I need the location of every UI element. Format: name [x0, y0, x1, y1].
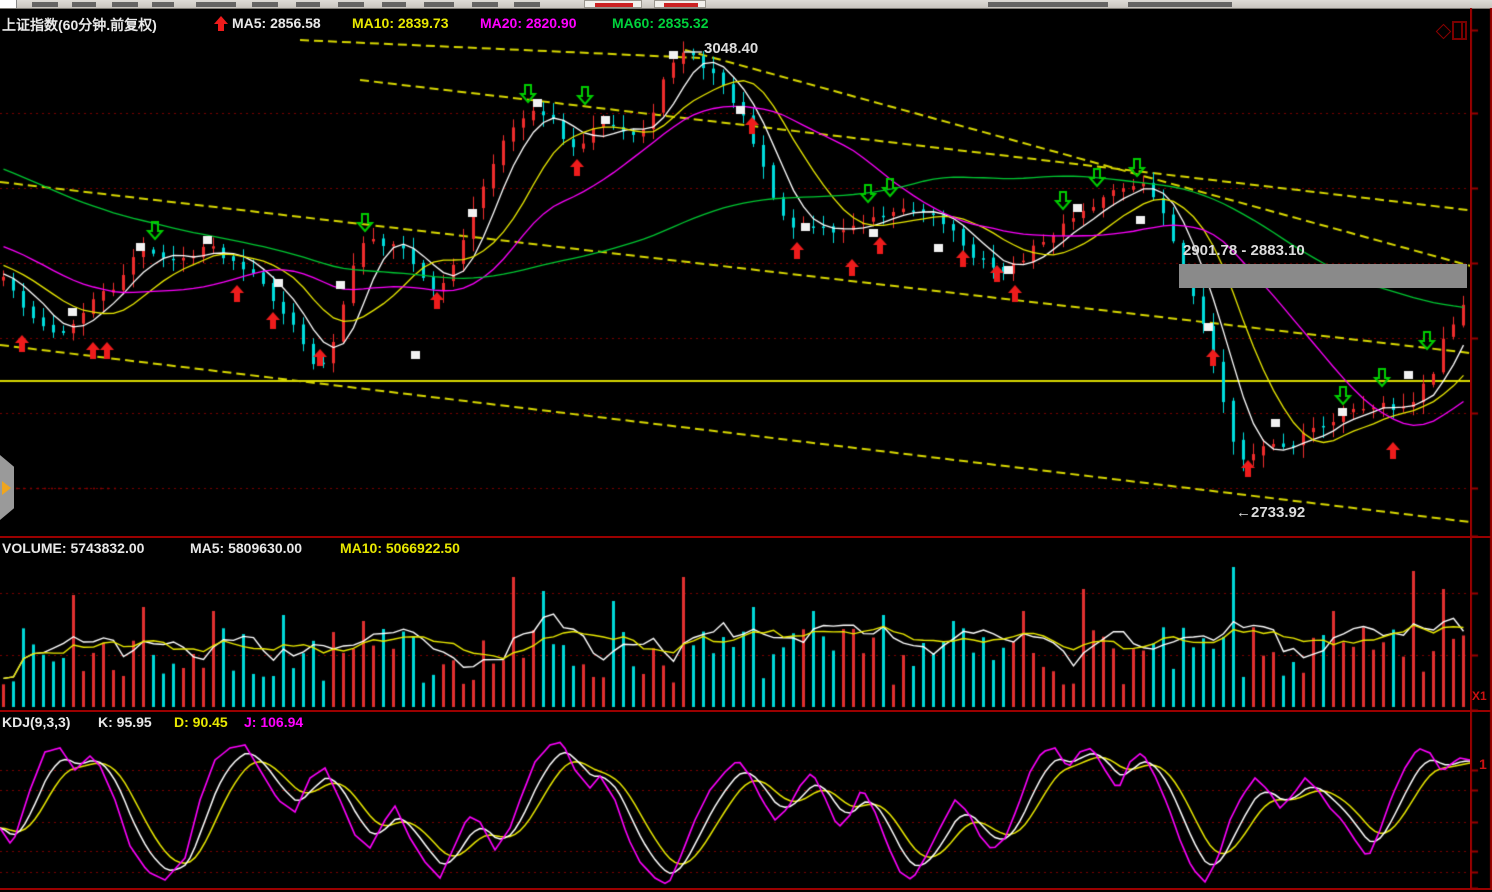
menu-item[interactable]: [296, 2, 320, 7]
peak-price-annotation: 3048.40: [704, 40, 758, 57]
gap-range-annotation: 2901.78 - 2883.10: [1183, 242, 1305, 259]
kdj-title-row: KDJ(9,3,3) K: 95.95 D: 90.45 J: 106.94: [0, 714, 8, 732]
ma20-value: MA20: 2820.90: [480, 15, 577, 31]
bottom-border: [0, 888, 1492, 890]
menu-item[interactable]: [338, 2, 364, 7]
gap-zone-band: [1179, 264, 1467, 288]
menu-item[interactable]: [32, 2, 58, 7]
main-chart-title-row: 上证指数(60分钟.前复权) MA5: 2856.58 MA10: 2839.7…: [0, 15, 8, 33]
volume-chart[interactable]: [0, 538, 1470, 708]
menu-status-text: [988, 2, 1108, 7]
kdj-chart[interactable]: [0, 712, 1470, 888]
menu-item[interactable]: [112, 2, 138, 7]
volume-ma10: MA10: 5066922.50: [340, 540, 460, 556]
low-price-annotation: ←2733.92: [1236, 504, 1305, 521]
menu-item[interactable]: [382, 2, 406, 7]
menu-item[interactable]: [252, 2, 278, 7]
restore-window-icon[interactable]: [1452, 21, 1467, 40]
menu-status-text: [1128, 2, 1232, 7]
up-arrow-icon: [214, 16, 228, 31]
menu-item[interactable]: [424, 2, 454, 7]
menu-item[interactable]: [152, 2, 174, 7]
menu-button-red-1[interactable]: [584, 0, 642, 8]
menu-item[interactable]: [472, 2, 498, 7]
volume-title-row: VOLUME: 5743832.00 MA5: 5809630.00 MA10:…: [0, 540, 8, 558]
symbol-title: 上证指数(60分钟.前复权): [2, 15, 157, 35]
menu-button-red-2[interactable]: [654, 0, 706, 8]
trading-app-window: { "main_chart": { "title": "上证指数(60分钟.前复…: [0, 0, 1492, 892]
kdj-scale-label: 1: [1479, 756, 1487, 772]
app-icon: [0, 0, 17, 8]
menu-item[interactable]: [196, 2, 236, 7]
kdj-d-value: D: 90.45: [174, 714, 228, 730]
ma60-value: MA60: 2835.32: [612, 15, 709, 31]
ma5-value: MA5: 2856.58: [232, 15, 321, 31]
volume-scale-label: X1: [1472, 689, 1487, 703]
volume-ma5: MA5: 5809630.00: [190, 540, 302, 556]
expand-arrow-icon: [2, 481, 11, 495]
kdj-j-value: J: 106.94: [244, 714, 303, 730]
volume-value: VOLUME: 5743832.00: [2, 540, 144, 556]
menu-item[interactable]: [514, 2, 540, 7]
kdj-label: KDJ(9,3,3): [2, 714, 70, 730]
menu-item[interactable]: [72, 2, 96, 7]
kdj-k-value: K: 95.95: [98, 714, 152, 730]
ma10-value: MA10: 2839.73: [352, 15, 449, 31]
